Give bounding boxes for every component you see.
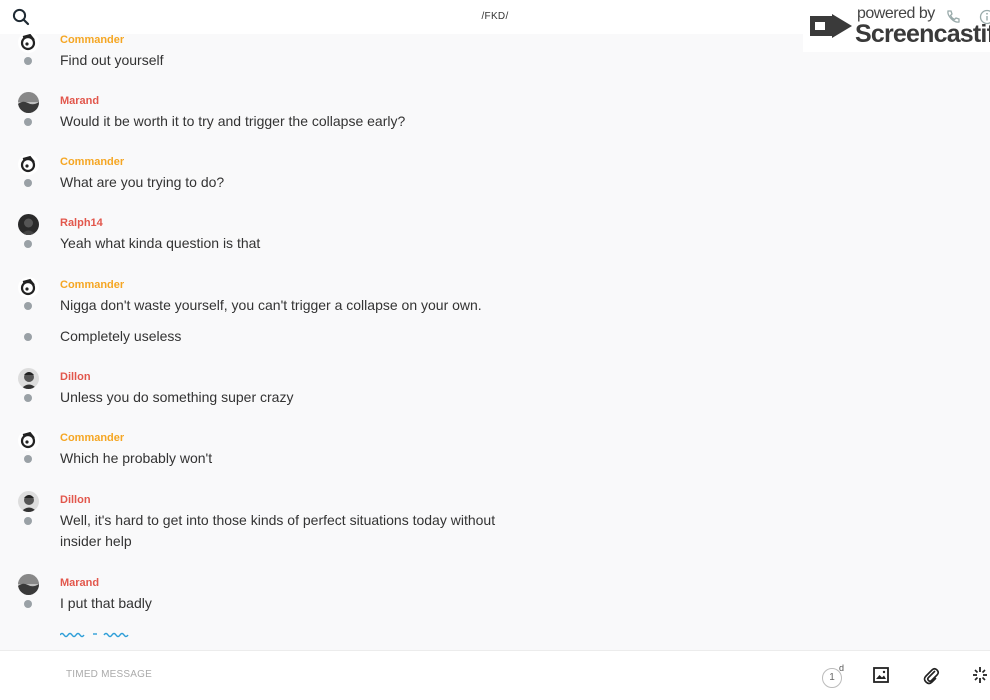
- status-dot: [24, 57, 32, 65]
- avatar[interactable]: [18, 214, 39, 235]
- status-dot: [24, 179, 32, 187]
- status-dot: [24, 600, 32, 608]
- composer-bar: TIMED MESSAGE 1 d: [0, 650, 990, 700]
- typing-indicator-icon: [60, 632, 129, 638]
- message-author[interactable]: Commander: [60, 279, 124, 291]
- message-author[interactable]: Dillon: [60, 494, 91, 506]
- message-author[interactable]: Marand: [60, 95, 99, 107]
- avatar[interactable]: [18, 574, 39, 595]
- status-dot: [24, 302, 32, 310]
- status-dot: [24, 240, 32, 248]
- message-text: Would it be worth it to try and trigger …: [60, 113, 406, 129]
- message-author[interactable]: Dillon: [60, 371, 91, 383]
- message-text: What are you trying to do?: [60, 174, 225, 190]
- status-dot: [24, 455, 32, 463]
- timer-unit: d: [839, 663, 845, 673]
- status-dot: [24, 118, 32, 126]
- message-author[interactable]: Commander: [60, 34, 124, 46]
- message-author[interactable]: Marand: [60, 577, 99, 589]
- paperclip-icon[interactable]: [922, 665, 940, 685]
- message-text: Unless you do something super crazy: [60, 389, 294, 405]
- message-text: Yeah what kinda question is that: [60, 235, 261, 251]
- message-author[interactable]: Commander: [60, 432, 124, 444]
- message-text: I put that badly: [60, 595, 152, 611]
- avatar[interactable]: [18, 92, 39, 113]
- status-dot: [24, 333, 32, 341]
- phone-icon[interactable]: [945, 9, 961, 25]
- message-text: Find out yourself: [60, 52, 164, 68]
- avatar[interactable]: [18, 34, 39, 53]
- message-text: Well, it's hard to get into those kinds …: [60, 512, 496, 528]
- message-text: Which he probably won't: [60, 450, 213, 466]
- message-text: Nigga don't waste yourself, you can't tr…: [60, 297, 482, 313]
- message-text-continued: insider help: [60, 533, 132, 549]
- message-list[interactable]: Commander Find out yourself Marand Would…: [0, 34, 990, 650]
- timed-message-input[interactable]: TIMED MESSAGE: [66, 669, 152, 680]
- avatar[interactable]: [18, 154, 39, 175]
- info-icon[interactable]: [979, 9, 990, 25]
- avatar[interactable]: [18, 491, 39, 512]
- message-text: Completely useless: [60, 328, 182, 344]
- avatar[interactable]: [18, 277, 39, 298]
- status-dot: [24, 517, 32, 525]
- image-icon[interactable]: [873, 667, 889, 683]
- message-author[interactable]: Ralph14: [60, 217, 103, 229]
- status-dot: [24, 394, 32, 402]
- avatar[interactable]: [18, 430, 39, 451]
- ping-icon[interactable]: [971, 665, 989, 685]
- message-timer-button[interactable]: 1 d: [822, 663, 846, 689]
- message-author[interactable]: Commander: [60, 156, 124, 168]
- avatar[interactable]: [18, 368, 39, 389]
